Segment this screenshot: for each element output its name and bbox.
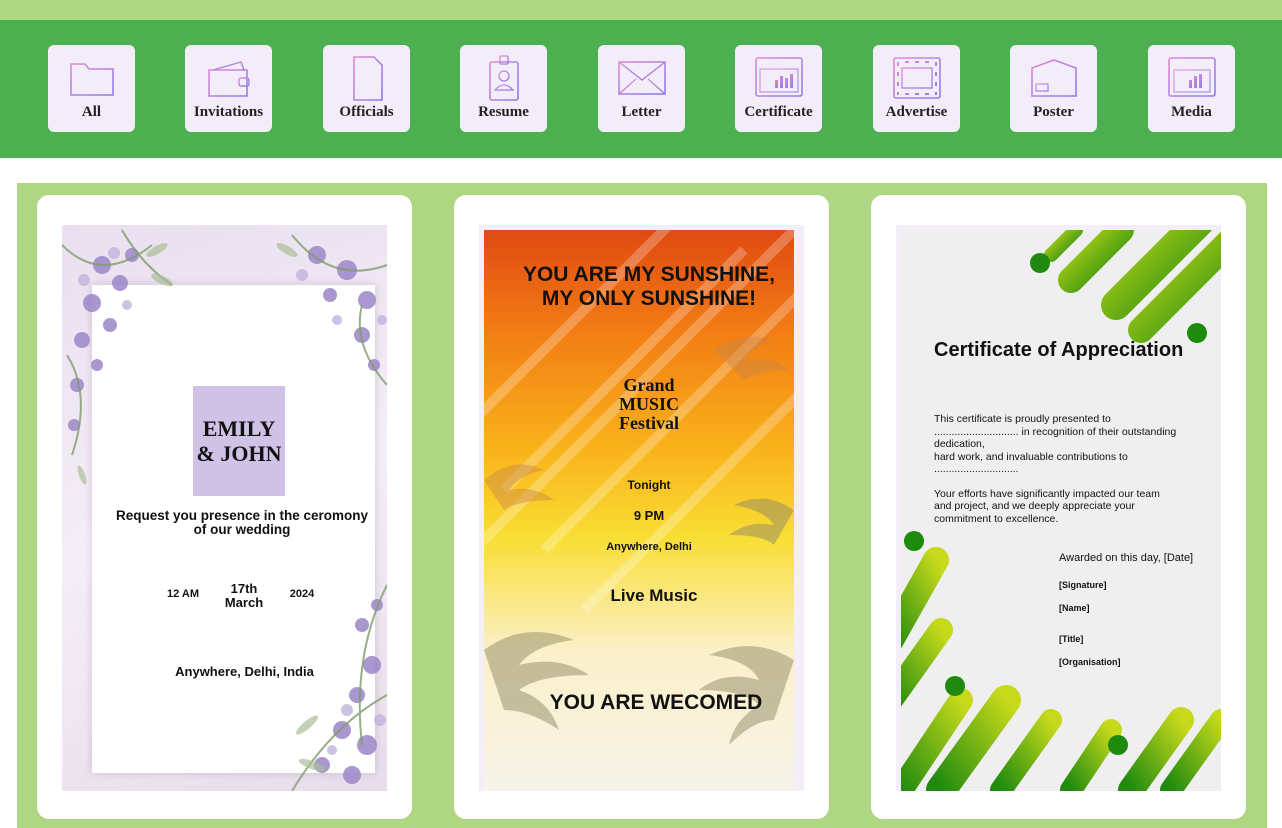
category-all-button[interactable]: All (48, 45, 135, 132)
category-label: Advertise (885, 104, 948, 120)
festival-feature: Live Music (610, 586, 698, 605)
category-resume-button[interactable]: Resume (460, 45, 547, 132)
chart-window-icon (754, 57, 803, 97)
section-spacer (0, 158, 1282, 183)
festival-when: Tonight (627, 478, 671, 492)
template-card-festival[interactable]: YOU ARE MY SUNSHINE, MY ONLY SUNSHINE! G… (454, 195, 829, 819)
bride-name: EMILY (202, 416, 276, 441)
certificate-body: This certificate is proudly presented to… (934, 413, 1177, 525)
category-officials-button[interactable]: Officials (323, 45, 410, 132)
wedding-year: 2024 (289, 588, 315, 600)
certificate-title: Certificate of Appreciation (934, 339, 1184, 361)
certificate-name: [Name] (1059, 603, 1090, 613)
festival-headline: YOU ARE MY SUNSHINE, MY ONLY SUNSHINE! (522, 263, 776, 310)
template-card-certificate[interactable]: Certificate of Appreciation This certifi… (871, 195, 1246, 819)
music-festival-preview[interactable]: YOU ARE MY SUNSHINE, MY ONLY SUNSHINE! G… (479, 225, 804, 791)
category-media-button[interactable]: Media (1148, 45, 1235, 132)
festival-where: Anywhere, Delhi (606, 541, 692, 553)
page-margin-right (1267, 183, 1282, 828)
certificate-preview[interactable]: Certificate of Appreciation This certifi… (896, 225, 1221, 791)
category-label: Letter (621, 104, 662, 120)
festival-time: 9 PM (633, 508, 665, 523)
festival-event-title: Grand MUSIC Festival (618, 375, 679, 433)
category-label: Media (1171, 104, 1212, 120)
category-label: Certificate (744, 104, 813, 120)
category-label: Resume (478, 104, 529, 120)
certificate-title-field: [Title] (1059, 634, 1084, 644)
category-advertise-button[interactable]: Advertise (873, 45, 960, 132)
wedding-request: Request you presence in the ceromony of … (115, 508, 369, 537)
film-icon (892, 57, 941, 99)
wedding-date: 17th March (224, 581, 264, 610)
category-label: Officials (339, 104, 394, 120)
template-gallery: EMILY & JOHN Request you presence in the… (17, 183, 1267, 828)
category-poster-button[interactable]: Poster (1010, 45, 1097, 132)
category-letter-button[interactable]: Letter (598, 45, 685, 132)
wedding-invitation-preview[interactable]: EMILY & JOHN Request you presence in the… (62, 225, 387, 791)
category-certificate-button[interactable]: Certificate (735, 45, 822, 132)
media-chart-icon (1167, 57, 1216, 97)
envelope-icon (617, 61, 666, 95)
certificate-signature: [Signature] (1059, 580, 1107, 590)
wallet-icon (207, 61, 250, 97)
category-invitations-button[interactable]: Invitations (185, 45, 272, 132)
couple-names-box: EMILY & JOHN (193, 386, 285, 496)
certificate-organisation: [Organisation] (1059, 657, 1121, 667)
id-badge-icon (488, 55, 519, 101)
template-card-wedding[interactable]: EMILY & JOHN Request you presence in the… (37, 195, 412, 819)
category-bar: All Invitations Officials Resume Letter … (0, 20, 1282, 158)
category-label: All (81, 104, 102, 120)
folder-icon (69, 63, 114, 96)
package-icon (1030, 59, 1077, 97)
top-strip (0, 0, 1282, 20)
category-label: Invitations (193, 104, 264, 120)
groom-name: & JOHN (196, 441, 282, 466)
festival-footer: YOU ARE WECOMED (549, 691, 763, 714)
certificate-awarded: Awarded on this day, [Date] (1059, 552, 1194, 564)
wedding-location: Anywhere, Delhi, India (175, 664, 314, 679)
document-icon (352, 56, 383, 101)
wedding-time: 12 AM (167, 588, 199, 600)
category-label: Poster (1033, 104, 1074, 120)
page-margin-left (0, 183, 17, 828)
